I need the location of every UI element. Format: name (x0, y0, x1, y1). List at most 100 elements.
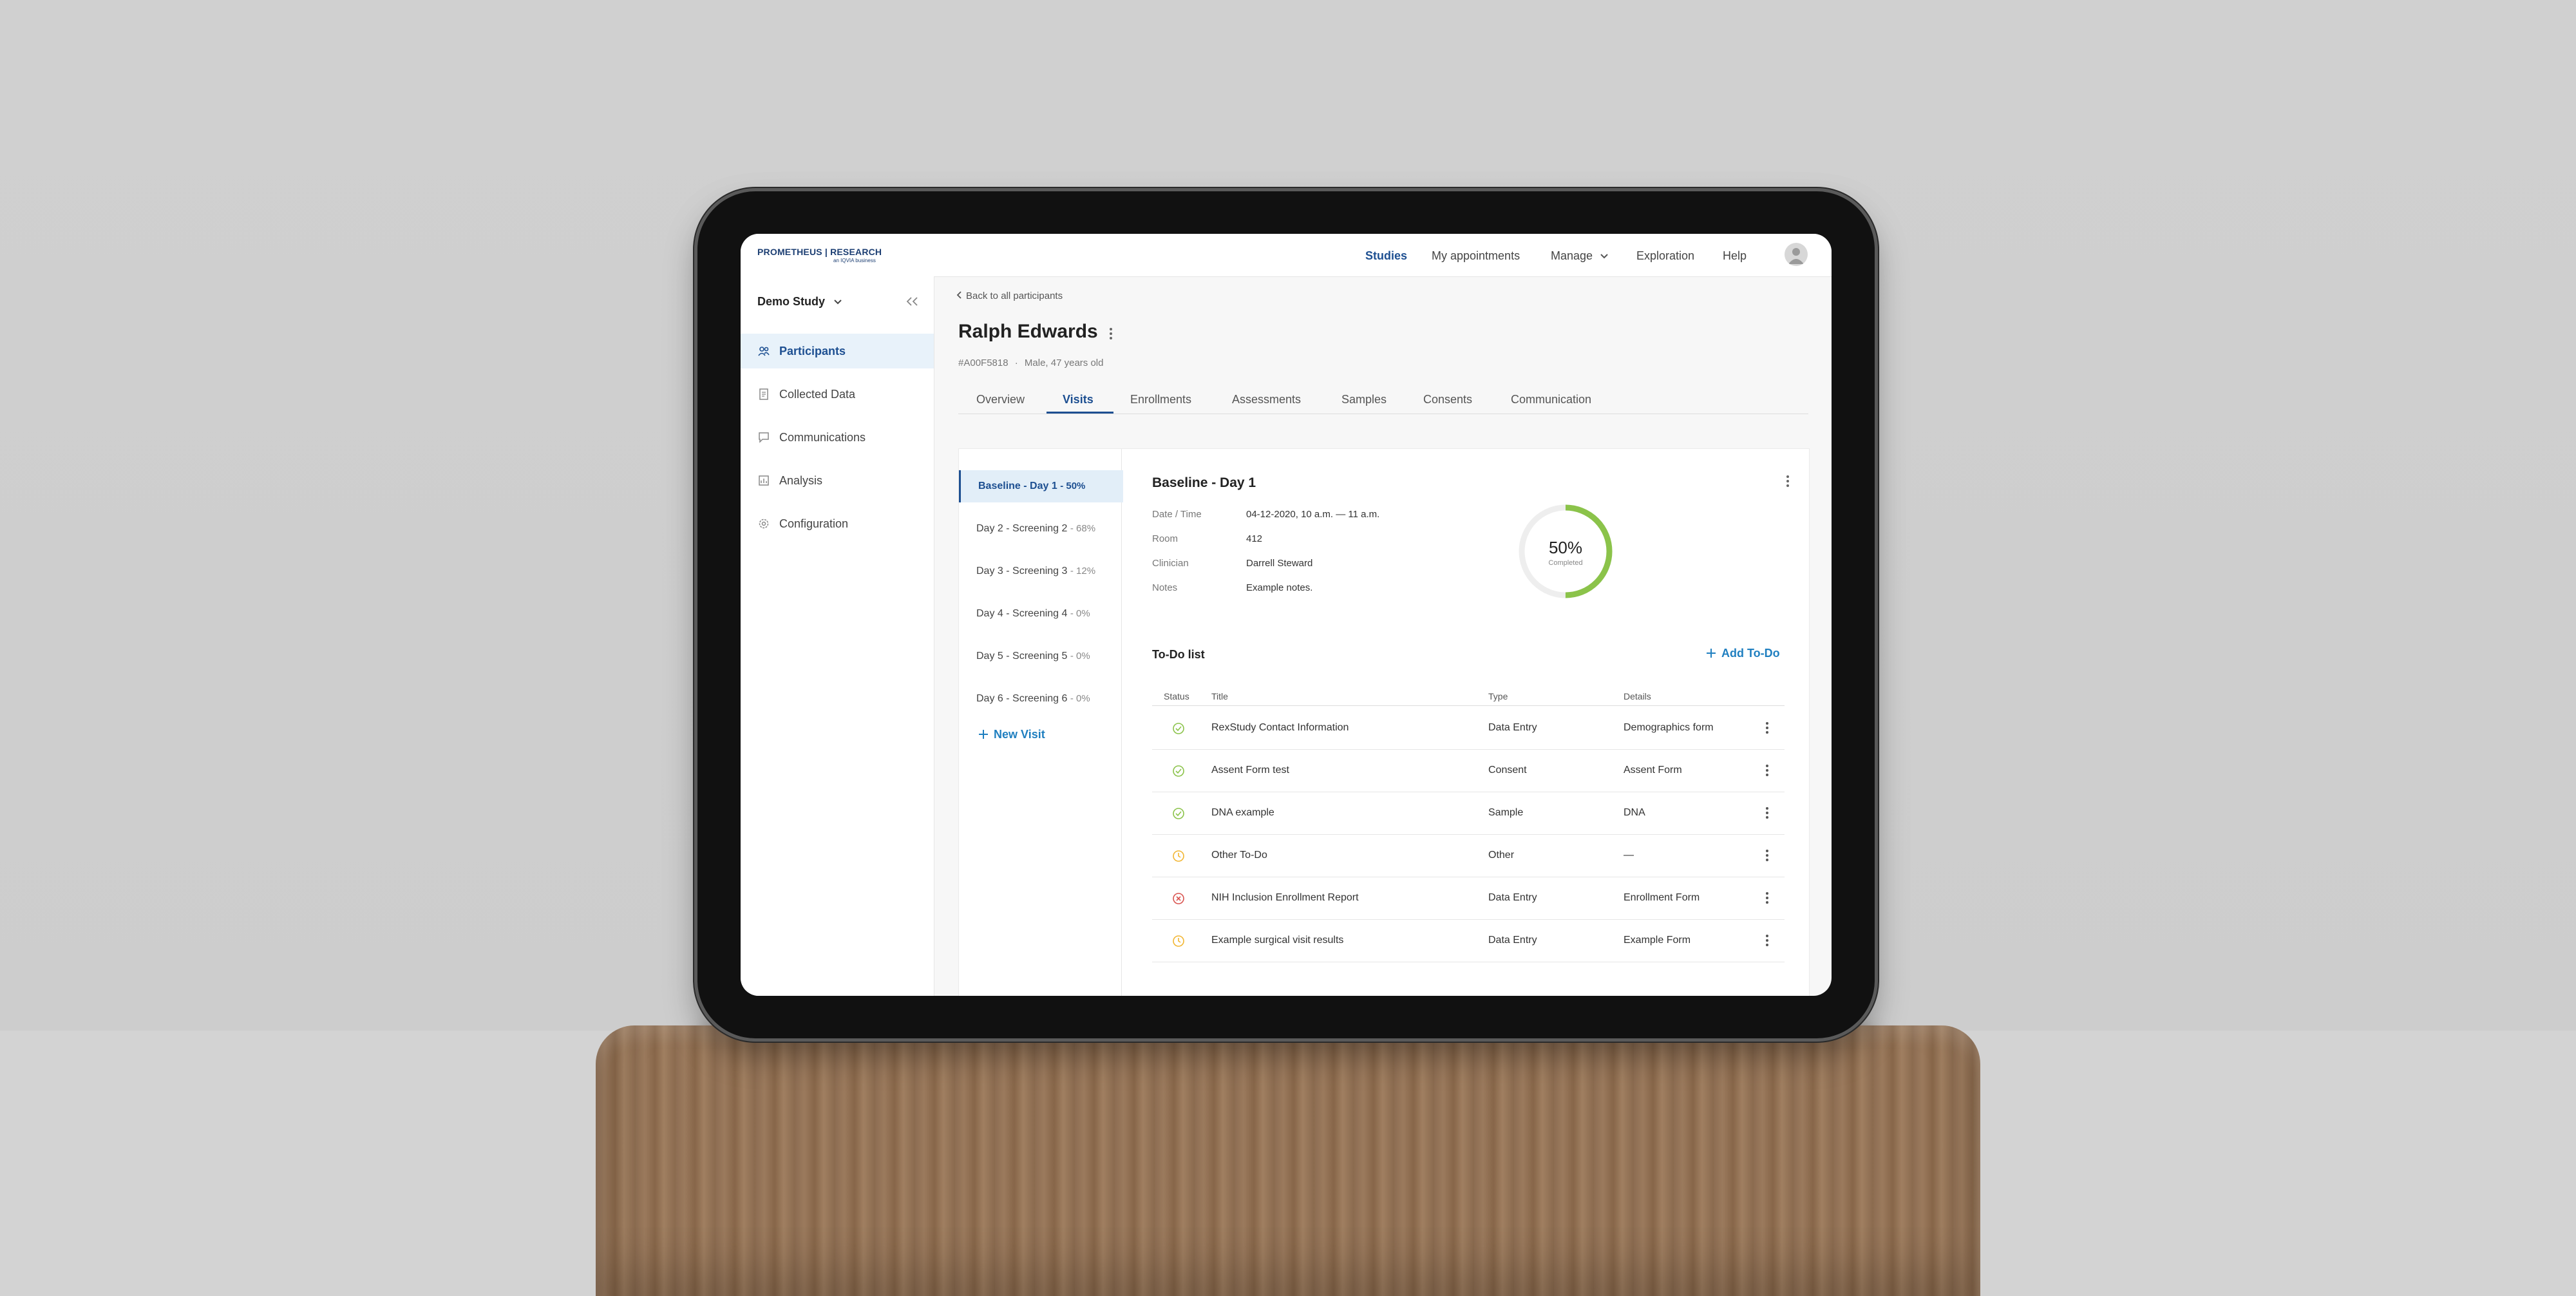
active-tab-indicator (1046, 412, 1113, 414)
visit-label: Day 2 - Screening 2 - 68% (976, 523, 1096, 534)
table-row[interactable]: Example surgical visit results Data Entry… (1152, 919, 1785, 962)
nav-manage[interactable]: Manage (1551, 249, 1609, 263)
chevron-left-icon (956, 291, 961, 299)
field-value: Example notes. (1246, 582, 1313, 593)
visit-item-baseline[interactable]: Baseline - Day 1 - 50% (959, 470, 1123, 502)
visit-label: Day 5 - Screening 5 - 0% (976, 651, 1090, 662)
more-vertical-icon[interactable] (1765, 806, 1769, 819)
more-vertical-icon[interactable] (1765, 721, 1769, 734)
chat-icon (759, 432, 769, 443)
column-header-details[interactable]: Details (1624, 691, 1651, 701)
todo-title: Example surgical visit results (1211, 935, 1344, 946)
add-todo-button[interactable]: Add To-Do (1706, 647, 1780, 660)
sidebar-item-label: Communications (779, 431, 866, 444)
participant-info: #A00F5818 · Male, 47 years old (958, 357, 1104, 368)
more-vertical-icon[interactable] (1765, 934, 1769, 947)
user-avatar[interactable] (1785, 243, 1808, 266)
participant-name: Ralph Edwards (958, 321, 1098, 342)
nav-my-appointments[interactable]: My appointments (1432, 249, 1520, 263)
table-row[interactable]: RexStudy Contact Information Data Entry De… (1152, 707, 1785, 750)
column-header-type[interactable]: Type (1488, 691, 1508, 701)
todo-title: DNA example (1211, 807, 1274, 818)
visit-item-day2[interactable]: Day 2 - Screening 2 - 68% (959, 513, 1121, 545)
todo-type: Data Entry (1488, 722, 1537, 733)
visit-progress: - 68% (1070, 523, 1096, 534)
plus-icon (979, 730, 988, 739)
document-icon (759, 388, 768, 400)
participants-icon (758, 347, 770, 356)
top-header: PROMETHEUS | RESEARCH an IQVIA business … (741, 234, 1832, 277)
check-circle-icon (1173, 723, 1184, 734)
table-row[interactable]: Assent Form test Consent Assent Form (1152, 749, 1785, 792)
new-visit-button[interactable]: New Visit (978, 728, 1045, 741)
field-label: Room (1152, 533, 1179, 544)
todo-title: NIH Inclusion Enrollment Report (1211, 892, 1359, 903)
more-vertical-icon[interactable] (1765, 849, 1769, 862)
tab-consents[interactable]: Consents (1423, 393, 1472, 406)
column-header-title[interactable]: Title (1211, 691, 1228, 701)
field-label: Notes (1152, 582, 1178, 593)
sidebar-item-communications[interactable]: Communications (741, 420, 934, 455)
wooden-pedestal (596, 1025, 1980, 1296)
visit-progress: - 0% (1070, 608, 1090, 619)
tab-visits[interactable]: Visits (1063, 393, 1094, 406)
sidebar-item-configuration[interactable]: Configuration (741, 506, 934, 541)
visit-label: Day 3 - Screening 3 - 12% (976, 566, 1096, 577)
collapse-sidebar-icon[interactable] (905, 296, 920, 307)
visit-item-day5[interactable]: Day 5 - Screening 5 - 0% (959, 640, 1121, 672)
more-vertical-icon[interactable] (1786, 475, 1790, 488)
sidebar: Demo Study Participants Collected Data C… (741, 276, 934, 996)
sidebar-item-label: Collected Data (779, 388, 856, 401)
study-selector[interactable]: Demo Study (757, 295, 842, 309)
tab-overview[interactable]: Overview (976, 393, 1025, 406)
nav-manage-label: Manage (1551, 249, 1593, 262)
more-vertical-icon[interactable] (1765, 764, 1769, 777)
logo-subtext: an IQVIA business (833, 258, 876, 263)
todo-details: — (1624, 850, 1634, 861)
visit-item-day4[interactable]: Day 4 - Screening 4 - 0% (959, 598, 1121, 630)
visit-item-day6[interactable]: Day 6 - Screening 6 - 0% (959, 683, 1121, 715)
sidebar-item-label: Analysis (779, 474, 823, 487)
todo-type: Data Entry (1488, 935, 1537, 946)
tab-samples[interactable]: Samples (1341, 393, 1387, 406)
tab-enrollments[interactable]: Enrollments (1130, 393, 1191, 406)
logo[interactable]: PROMETHEUS | RESEARCH an IQVIA business (757, 247, 882, 263)
field-value: 04-12-2020, 10 a.m. — 11 a.m. (1246, 509, 1380, 520)
visit-progress: - 0% (1070, 651, 1090, 662)
visit-label: Day 6 - Screening 6 - 0% (976, 693, 1090, 704)
todo-title: RexStudy Contact Information (1211, 722, 1349, 733)
nav-exploration[interactable]: Exploration (1636, 249, 1694, 263)
visits-panel: Baseline - Day 1 - 50% Day 2 - Screening… (958, 448, 1810, 996)
user-icon (1788, 248, 1804, 264)
visit-label: Day 4 - Screening 4 - 0% (976, 608, 1090, 619)
table-row[interactable]: NIH Inclusion Enrollment Report Data Entr… (1152, 877, 1785, 920)
table-row[interactable]: Other To-Do Other — (1152, 834, 1785, 877)
tab-communication[interactable]: Communication (1511, 393, 1591, 406)
check-circle-icon (1173, 808, 1184, 819)
nav-studies[interactable]: Studies (1365, 249, 1407, 263)
sidebar-item-label: Participants (779, 345, 846, 357)
visit-progress: - 12% (1070, 566, 1096, 577)
todo-details: Assent Form (1624, 765, 1682, 776)
table-row[interactable]: DNA example Sample DNA (1152, 792, 1785, 835)
more-vertical-icon[interactable] (1109, 327, 1113, 341)
sidebar-item-analysis[interactable]: Analysis (741, 463, 934, 498)
todo-type: Data Entry (1488, 892, 1537, 903)
visit-item-day3[interactable]: Day 3 - Screening 3 - 12% (959, 555, 1121, 587)
progress-label: Completed (1548, 559, 1583, 567)
field-label: Clinician (1152, 558, 1189, 569)
chart-icon (759, 475, 769, 486)
visit-label: Baseline - Day 1 - 50% (978, 481, 1086, 491)
todo-type: Sample (1488, 807, 1524, 818)
more-vertical-icon[interactable] (1765, 891, 1769, 904)
back-link[interactable]: Back to all participants (956, 291, 1063, 301)
tab-assessments[interactable]: Assessments (1232, 393, 1301, 406)
nav-help[interactable]: Help (1723, 249, 1747, 263)
visit-list: Baseline - Day 1 - 50% Day 2 - Screening… (959, 449, 1123, 996)
clock-icon (1173, 935, 1184, 947)
column-header-status[interactable]: Status (1164, 691, 1189, 701)
progress-percent: 50% (1548, 538, 1583, 557)
sidebar-item-participants[interactable]: Participants (741, 334, 934, 368)
sidebar-item-collected-data[interactable]: Collected Data (741, 377, 934, 412)
todo-details: Enrollment Form (1624, 892, 1700, 903)
